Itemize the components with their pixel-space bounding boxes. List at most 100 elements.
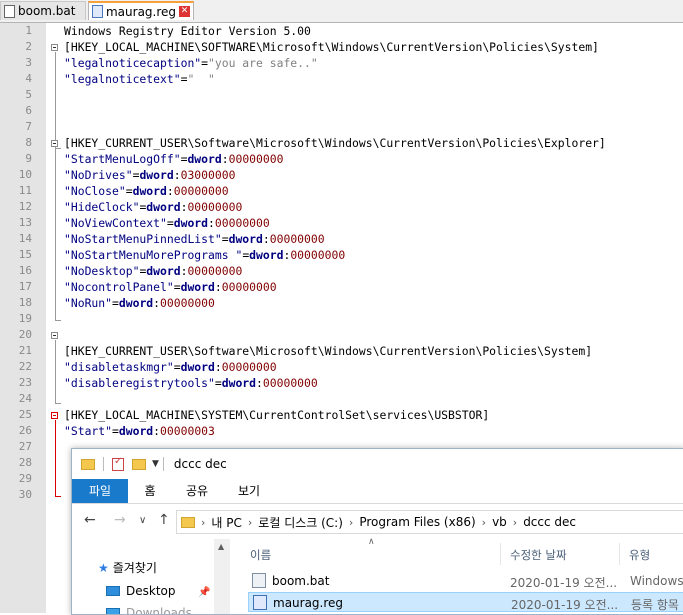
dword-value: 00000000: [262, 376, 318, 390]
value-name: "disabletaskmgr": [64, 360, 174, 374]
breadcrumb-item[interactable]: 내 PC: [211, 514, 241, 531]
column-header-name[interactable]: 이름: [250, 547, 271, 563]
code-line[interactable]: 25 [HKEY_LOCAL_MACHINE\SYSTEM\CurrentCont…: [0, 407, 683, 423]
code-line[interactable]: 1 Windows Registry Editor Version 5.00: [0, 23, 683, 39]
code-text: [HKEY_LOCAL_MACHINE\SYSTEM\CurrentContro…: [64, 408, 490, 422]
sort-caret-icon: ∧: [368, 537, 375, 547]
code-line[interactable]: 8 [HKEY_CURRENT_USER\Software\Microsoft\W…: [0, 135, 683, 151]
line-number: 1: [25, 24, 32, 37]
ribbon-tab-view[interactable]: 보기: [234, 479, 264, 503]
value-name: "NoStartMenuPinnedList": [64, 232, 222, 246]
ribbon-tab-share[interactable]: 공유: [182, 479, 212, 503]
code-line[interactable]: 20: [0, 327, 683, 343]
dword-value: 00000000: [228, 152, 284, 166]
code-line[interactable]: 9 "StartMenuLogOff"=dword:00000000: [0, 151, 683, 167]
code-line[interactable]: 10 "NoDrives"=dword:03000000: [0, 167, 683, 183]
column-header-date[interactable]: 수정한 날짜: [510, 547, 567, 563]
code-line[interactable]: 15 "NoStartMenuMorePrograms "=dword:00000…: [0, 247, 683, 263]
nav-item-favorites[interactable]: ★ 즐겨찾기: [98, 559, 157, 576]
nav-label: 즐겨찾기: [112, 561, 157, 575]
forward-arrow-icon[interactable]: →: [114, 512, 126, 528]
breadcrumb-item[interactable]: dccc dec: [523, 515, 576, 529]
back-arrow-icon[interactable]: ←: [84, 512, 96, 528]
code-line[interactable]: 23 "disableregistrytools"=dword:00000000: [0, 375, 683, 391]
tab-boom-bat[interactable]: boom.bat: [0, 1, 86, 20]
code-line[interactable]: 14 "NoStartMenuPinnedList"=dword:00000000: [0, 231, 683, 247]
properties-icon[interactable]: [112, 456, 124, 471]
value-name: "HideClock": [64, 200, 140, 214]
code-line[interactable]: 11 "NoClose"=dword:00000000: [0, 183, 683, 199]
registry-file-icon: [253, 595, 267, 610]
new-folder-icon[interactable]: [132, 458, 146, 470]
file-row[interactable]: maurag.reg 2020-01-19 오전... 등록 항목: [248, 592, 683, 612]
folder-icon: [181, 516, 195, 528]
recent-dropdown-icon[interactable]: ∨: [139, 515, 146, 526]
code-text: "disabletaskmgr"=dword:00000000: [64, 360, 277, 374]
code-line[interactable]: 3 "legalnoticecaption"="you are safe..": [0, 55, 683, 71]
line-number: 25: [18, 408, 32, 421]
code-text: "NoDesktop"=dword:00000000: [64, 264, 243, 278]
dword-type: dword: [118, 424, 154, 438]
code-line[interactable]: 19: [0, 311, 683, 327]
line-number: 11: [18, 184, 32, 197]
breadcrumb-item[interactable]: 로컬 디스크 (C:): [258, 514, 343, 531]
code-line[interactable]: 12 "HideClock"=dword:00000000: [0, 199, 683, 215]
code-line[interactable]: 13 "NoViewContext"=dword:00000000: [0, 215, 683, 231]
breadcrumb-item[interactable]: Program Files (x86): [359, 515, 475, 529]
code-line[interactable]: 2 [HKEY_LOCAL_MACHINE\SOFTWARE\Microsoft\…: [0, 39, 683, 55]
value-name: "NoDrives": [64, 168, 133, 182]
ribbon-tab-home[interactable]: 홈: [138, 479, 162, 503]
separator: [103, 457, 104, 471]
line-number: 20: [18, 328, 32, 341]
line-number: 15: [18, 248, 32, 261]
file-row[interactable]: boom.bat 2020-01-19 오전... Windows: [248, 571, 683, 591]
dword-value: 00000000: [173, 184, 229, 198]
code-line[interactable]: 4 "legalnoticetext"=" ": [0, 71, 683, 87]
dword-type: dword: [132, 184, 167, 198]
ribbon-tabs: 파일 홈 공유 보기: [72, 479, 683, 504]
scroll-up-icon[interactable]: ▲: [218, 542, 224, 551]
nav-item-downloads[interactable]: Downloads: [106, 606, 192, 614]
code-line[interactable]: 5: [0, 87, 683, 103]
code-line[interactable]: 6: [0, 103, 683, 119]
line-number: 23: [18, 376, 32, 389]
ribbon-tab-file[interactable]: 파일: [72, 479, 128, 503]
line-number: 30: [18, 488, 32, 501]
dword-type: dword: [146, 200, 181, 214]
code-line[interactable]: 16 "NoDesktop"=dword:00000000: [0, 263, 683, 279]
close-tab-icon[interactable]: ✕: [179, 6, 190, 17]
dword-value: 00000003: [160, 424, 215, 438]
line-number: 22: [18, 360, 32, 373]
code-line[interactable]: 26 "Start"=dword:00000003: [0, 423, 683, 439]
value-name: "StartMenuLogOff": [64, 152, 181, 166]
code-line[interactable]: 17 "NocontrolPanel"=dword:00000000: [0, 279, 683, 295]
value-name: "NoRun": [64, 296, 113, 310]
value-name: "NoStartMenuMorePrograms ": [64, 248, 243, 262]
chevron-right-icon: ›: [512, 515, 518, 529]
column-separator[interactable]: [500, 543, 501, 565]
code-text: "NoStartMenuMorePrograms "=dword:0000000…: [64, 248, 346, 262]
nav-item-desktop[interactable]: Desktop: [106, 584, 176, 598]
code-line[interactable]: 22 "disabletaskmgr"=dword:00000000: [0, 359, 683, 375]
column-separator[interactable]: [619, 543, 620, 565]
file-explorer-window[interactable]: ▼ dccc dec 파일 홈 공유 보기 ← → ∨ ↑ › 내 PC › 로…: [71, 448, 683, 615]
column-header-type[interactable]: 유형: [629, 547, 650, 563]
batch-file-icon: [252, 573, 266, 588]
code-line[interactable]: 21 [HKEY_CURRENT_USER\Software\Microsoft\…: [0, 343, 683, 359]
quick-access-toolbar: ▼: [81, 456, 164, 471]
code-line[interactable]: 24: [0, 391, 683, 407]
code-line[interactable]: 7: [0, 119, 683, 135]
code-text: "NoStartMenuPinnedList"=dword:00000000: [64, 232, 325, 246]
code-text: "Start"=dword:00000003: [64, 424, 215, 438]
up-arrow-icon[interactable]: ↑: [158, 512, 170, 528]
nav-scrollbar[interactable]: ▲: [214, 539, 230, 614]
code-text: "StartMenuLogOff"=dword:00000000: [64, 152, 284, 166]
code-text: "NoDrives"=dword:03000000: [64, 168, 236, 182]
file-list: 이름 ∧ 수정한 날짜 유형 boom.bat 2020-01-19 오전...…: [232, 537, 683, 614]
address-bar[interactable]: › 내 PC › 로컬 디스크 (C:) › Program Files (x8…: [176, 510, 683, 534]
breadcrumb-item[interactable]: vb: [492, 515, 507, 529]
line-number: 27: [18, 440, 32, 453]
code-line[interactable]: 18 "NoRun"=dword:00000000: [0, 295, 683, 311]
tab-maurag-reg[interactable]: maurag.reg ✕: [88, 1, 194, 20]
customize-dropdown-icon[interactable]: ▼: [152, 459, 159, 469]
